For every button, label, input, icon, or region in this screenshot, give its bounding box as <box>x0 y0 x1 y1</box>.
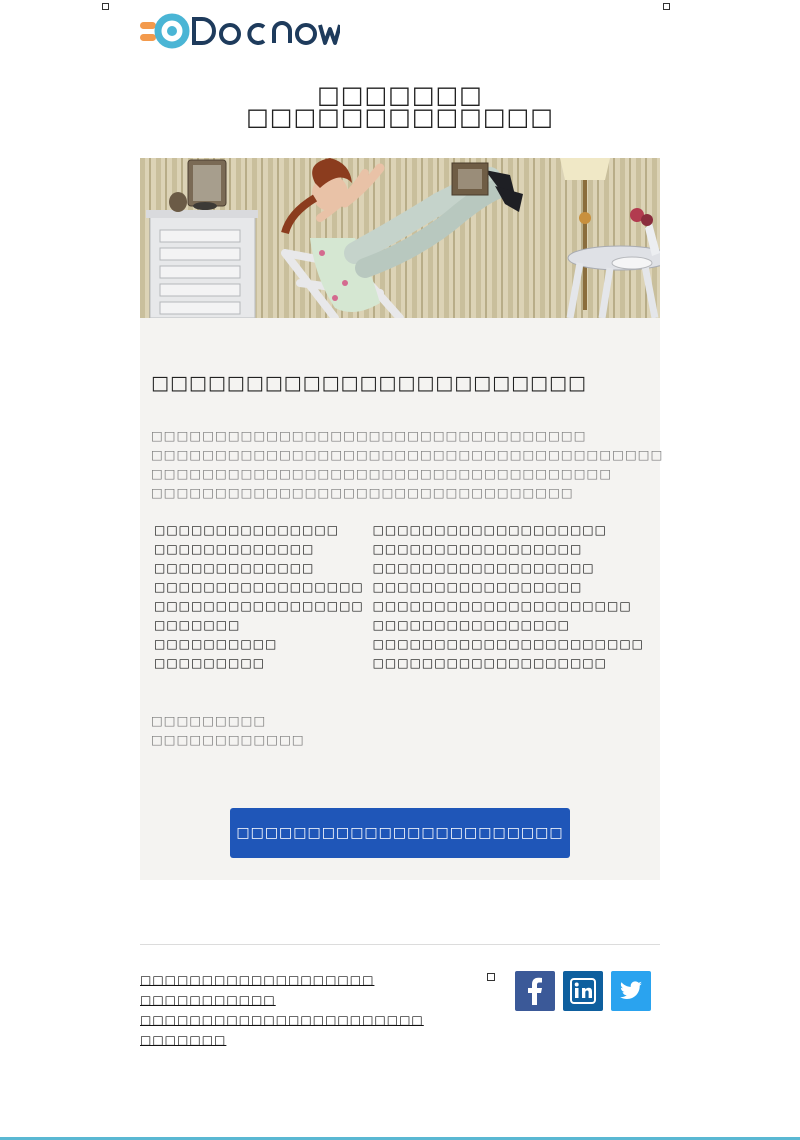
feature-item: □□□□□□□□□□□□□□□□□□□□□ <box>372 599 632 613</box>
feature-item: □□□□□□□□□□□□□□□□□□□ <box>372 523 607 537</box>
headline: □□□□□□□ □□□□□□□□□□□□□ <box>140 83 660 131</box>
feature-column-left: □□□□□□□□□□□□□□□ □□□□□□□□□□□□□ □□□□□□□□□□… <box>154 521 367 673</box>
feature-item: □□□□□□□□□□□□□□□ <box>154 523 340 537</box>
signoff-line-1: □□□□□□□□□ <box>151 713 267 728</box>
footer-link[interactable]: □□□□□□□□□□□□□□□□□□□□□□□ <box>140 1010 440 1030</box>
linkedin-icon[interactable] <box>563 971 603 1011</box>
selection-handle-right[interactable] <box>663 3 670 10</box>
feature-item: □□□□□□□□□□□□□□□□□□□□□□ <box>372 637 644 651</box>
footer-divider <box>140 944 660 945</box>
signoff: □□□□□□□□□ □□□□□□□□□□□□ <box>151 711 305 749</box>
selection-handle-left[interactable] <box>102 3 109 10</box>
linkedin-glyph <box>570 978 596 1004</box>
card-title: □□□□□□□□□□□□□□□□□□□□□□□ <box>151 372 587 394</box>
feature-item: □□□□□□□□□□□□□□□□ <box>372 618 570 632</box>
feature-item: □□□□□□□□□□□□□□□□□ <box>154 599 364 613</box>
feature-item: □□□□□□□□□□ <box>154 637 278 651</box>
facebook-icon[interactable] <box>515 971 555 1011</box>
email-header <box>140 8 660 56</box>
feature-item: □□□□□□□□□□□□□□□□□ <box>154 580 364 594</box>
feature-item: □□□□□□□□□□□□□□□□□ <box>372 542 583 556</box>
twitter-icon[interactable] <box>611 971 651 1011</box>
feature-item: □□□□□□□□□ <box>154 656 266 670</box>
facebook-glyph <box>528 977 542 1005</box>
footer-link[interactable]: □□□□□□□□□□□□□□□□□□□ <box>140 970 440 990</box>
footer-link[interactable]: □□□□□□□□□□□ <box>140 990 440 1010</box>
twitter-glyph <box>620 981 642 999</box>
intro-paragraph: □□□□□□□□□□□□□□□□□□□□□□□□□□□□□□□□□□ □□□□□… <box>151 428 664 500</box>
feature-column-right: □□□□□□□□□□□□□□□□□□□ □□□□□□□□□□□□□□□□□ □□… <box>373 521 644 673</box>
signoff-line-2: □□□□□□□□□□□□ <box>151 732 305 747</box>
content-card: □□□□□□□□□□□□□□□□□□□□□□□ □□□□□□□□□□□□□□□□… <box>140 318 664 880</box>
hero-image <box>140 158 660 318</box>
cta-button[interactable]: □□□□□□□□□□□□□□□□□□□□□□□ <box>230 808 570 858</box>
docnow-logo[interactable] <box>140 10 340 54</box>
broken-image-icon <box>487 973 495 981</box>
feature-item: □□□□□□□□□□□□□ <box>154 542 315 556</box>
feature-item: □□□□□□□□□□□□□ <box>154 561 315 575</box>
feature-item: □□□□□□□□□□□□□□□□□□ <box>372 561 595 575</box>
feature-item: □□□□□□□□□□□□□□□□□ <box>372 580 583 594</box>
feature-columns: □□□□□□□□□□□□□□□ □□□□□□□□□□□□□ □□□□□□□□□□… <box>154 521 644 673</box>
feature-item: □□□□□□□ <box>154 618 241 632</box>
headline-line-2: □□□□□□□□□□□□□ <box>246 103 554 131</box>
feature-item: □□□□□□□□□□□□□□□□□□□ <box>372 656 607 670</box>
footer-link[interactable]: □□□□□□□ <box>140 1030 440 1050</box>
footer-links: □□□□□□□□□□□□□□□□□□□ □□□□□□□□□□□ □□□□□□□□… <box>140 970 440 1050</box>
